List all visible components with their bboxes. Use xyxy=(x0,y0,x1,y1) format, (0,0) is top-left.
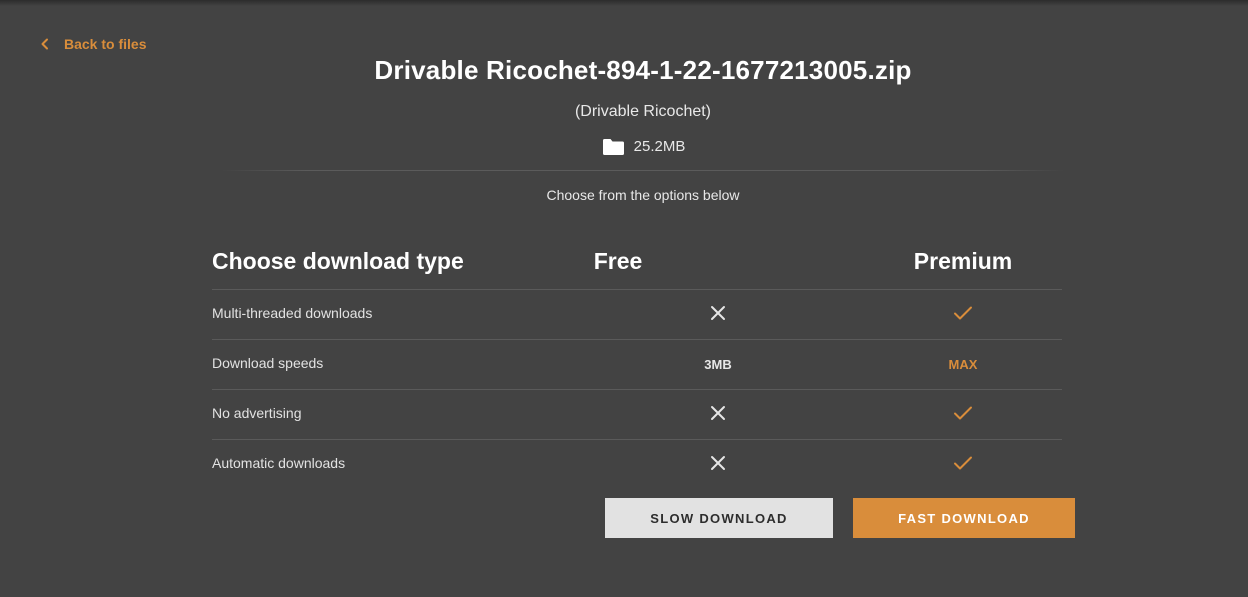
header-download-type: Choose download type xyxy=(212,248,464,274)
chevron-left-icon xyxy=(40,38,50,50)
download-buttons: SLOW DOWNLOAD FAST DOWNLOAD xyxy=(605,498,1075,538)
back-to-files-label: Back to files xyxy=(64,36,147,52)
check-icon xyxy=(953,305,973,324)
premium-cell xyxy=(903,440,1023,489)
row-label: Download speeds xyxy=(212,355,324,371)
check-icon xyxy=(953,405,973,424)
free-cell xyxy=(658,440,778,489)
premium-speed-value: MAX xyxy=(948,357,978,372)
slow-download-button[interactable]: SLOW DOWNLOAD xyxy=(605,498,833,538)
row-label: Automatic downloads xyxy=(212,455,346,471)
x-icon xyxy=(710,455,726,474)
top-shadow xyxy=(0,0,1248,6)
free-cell xyxy=(658,290,778,339)
table-row-multi-threaded: Multi-threaded downloads xyxy=(212,289,1062,339)
header-premium: Premium xyxy=(913,248,1013,274)
file-name-title: Drivable Ricochet-894-1-22-1677213005.zi… xyxy=(374,55,912,85)
download-type-table: Choose download type Free Premium Multi-… xyxy=(212,240,1062,489)
row-label: No advertising xyxy=(212,405,302,421)
options-hint: Choose from the options below xyxy=(546,187,740,203)
mod-name-subtitle: (Drivable Ricochet) xyxy=(574,103,712,120)
premium-cell xyxy=(903,390,1023,439)
table-header: Choose download type Free Premium xyxy=(212,240,1062,289)
free-cell xyxy=(658,390,778,439)
table-row-download-speeds: Download speeds 3MB MAX xyxy=(212,339,1062,389)
table-row-automatic-downloads: Automatic downloads xyxy=(212,439,1062,489)
table-row-no-advertising: No advertising xyxy=(212,389,1062,439)
divider xyxy=(222,170,1064,171)
header-free: Free xyxy=(593,248,643,274)
file-size-value: 25.2MB xyxy=(633,138,686,155)
check-icon xyxy=(953,455,973,474)
row-label: Multi-threaded downloads xyxy=(212,305,373,321)
premium-cell xyxy=(903,290,1023,339)
free-speed-value: 3MB xyxy=(704,357,732,372)
folder-icon xyxy=(602,138,624,155)
back-to-files-link[interactable]: Back to files xyxy=(40,36,146,52)
x-icon xyxy=(710,405,726,424)
fast-download-button[interactable]: FAST DOWNLOAD xyxy=(853,498,1075,538)
x-icon xyxy=(710,305,726,324)
file-size-info: 25.2MB xyxy=(0,138,1248,155)
